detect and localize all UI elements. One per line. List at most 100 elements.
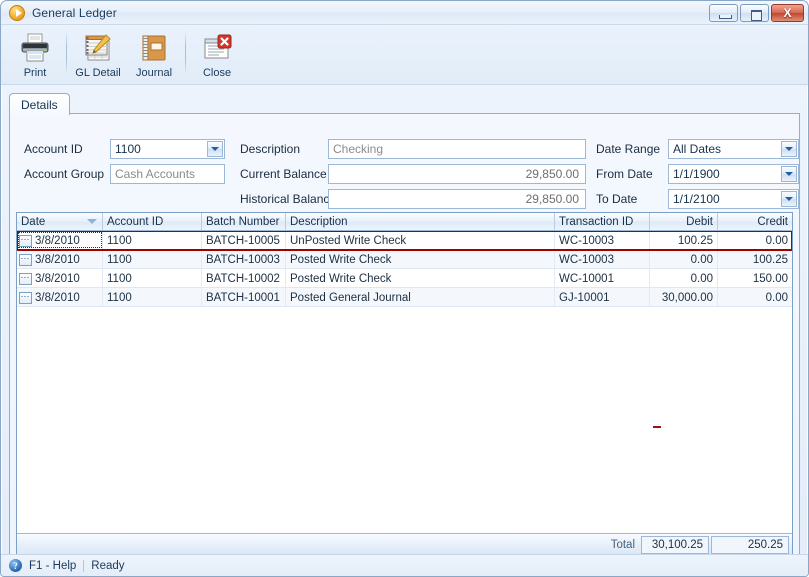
cell-date-value: 3/8/2010 bbox=[35, 253, 80, 266]
cell-description: UnPosted Write Check bbox=[286, 231, 555, 249]
cell-description: Posted Write Check bbox=[286, 269, 555, 287]
close-toolbar-button-label: Close bbox=[202, 67, 232, 79]
window-controls: X bbox=[709, 4, 804, 22]
minimize-button[interactable] bbox=[709, 4, 738, 22]
from-date-label: From Date bbox=[596, 167, 653, 181]
ellipsis-button-icon[interactable]: ⋯ bbox=[19, 272, 32, 285]
transactions-grid[interactable]: Date Account ID Batch Number Description… bbox=[16, 212, 793, 556]
ellipsis-button-icon[interactable]: ⋯ bbox=[19, 291, 32, 304]
column-header-debit-label: Debit bbox=[686, 216, 713, 228]
cell-date[interactable]: ⋯ 3/8/2010 bbox=[17, 250, 103, 268]
cell-date[interactable]: ⋯ 3/8/2010 bbox=[17, 288, 103, 306]
text-cursor-artifact bbox=[653, 426, 661, 428]
description-value: Checking bbox=[333, 142, 384, 156]
cell-transaction-id: WC-10003 bbox=[555, 231, 650, 249]
column-header-account-id[interactable]: Account ID bbox=[103, 213, 202, 230]
journal-book-icon bbox=[138, 32, 170, 64]
total-label: Total bbox=[610, 538, 635, 551]
account-id-combobox[interactable]: 1100 bbox=[110, 139, 225, 159]
toolbar: Print GL Detail Journal Close bbox=[1, 25, 808, 85]
account-id-value: 1100 bbox=[115, 142, 141, 156]
close-button[interactable]: X bbox=[771, 4, 804, 22]
column-header-credit[interactable]: Credit bbox=[718, 213, 792, 230]
window-title: General Ledger bbox=[32, 5, 117, 20]
account-group-value: Cash Accounts bbox=[115, 167, 196, 181]
column-header-account-id-label: Account ID bbox=[107, 216, 164, 228]
cell-debit: 100.25 bbox=[650, 231, 718, 249]
close-window-icon bbox=[201, 32, 233, 64]
cell-transaction-id: WC-10001 bbox=[555, 269, 650, 287]
cell-transaction-id: WC-10003 bbox=[555, 250, 650, 268]
cell-credit: 0.00 bbox=[765, 234, 788, 247]
cell-date[interactable]: ⋯ 3/8/2010 bbox=[17, 269, 103, 287]
to-date-combobox[interactable]: 1/1/2100 bbox=[668, 189, 799, 209]
from-date-combobox[interactable]: 1/1/1900 bbox=[668, 164, 799, 184]
from-date-value: 1/1/1900 bbox=[673, 167, 720, 181]
column-header-description[interactable]: Description bbox=[286, 213, 555, 230]
toolbar-separator-1 bbox=[66, 31, 67, 75]
tab-details[interactable]: Details bbox=[9, 93, 70, 115]
cell-batch-number: BATCH-10002 bbox=[202, 269, 286, 287]
chevron-down-icon[interactable] bbox=[207, 141, 223, 157]
title-bar[interactable]: General Ledger X bbox=[1, 1, 808, 25]
column-header-transaction-id[interactable]: Transaction ID bbox=[555, 213, 650, 230]
to-date-value: 1/1/2100 bbox=[673, 192, 720, 206]
ellipsis-button-icon[interactable]: ⋯ bbox=[19, 253, 32, 266]
historical-balance-label: Historical Balance bbox=[240, 192, 337, 206]
account-group-field: Cash Accounts bbox=[110, 164, 225, 184]
status-bar: ? F1 - Help Ready bbox=[1, 554, 808, 576]
historical-balance-field: 29,850.00 bbox=[328, 189, 586, 209]
app-icon bbox=[9, 4, 25, 21]
grid-totals-bar: Total 30,100.25 250.25 bbox=[17, 533, 792, 555]
column-header-debit[interactable]: Debit bbox=[650, 213, 718, 230]
general-ledger-window: General Ledger X Print GL Detail Journal… bbox=[0, 0, 809, 577]
cell-account-id: 1100 bbox=[103, 231, 202, 249]
cell-credit: 0.00 bbox=[765, 291, 788, 304]
account-group-label: Account Group bbox=[24, 167, 105, 181]
journal-button[interactable]: Journal bbox=[126, 29, 182, 83]
grid-body[interactable]: ⋯ 3/8/2010 1100 BATCH-10005 UnPosted Wri… bbox=[17, 231, 792, 533]
date-range-combobox[interactable]: All Dates bbox=[668, 139, 799, 159]
gl-detail-button-label: GL Detail bbox=[75, 67, 121, 79]
table-row[interactable]: ⋯ 3/8/2010 1100 BATCH-10005 UnPosted Wri… bbox=[17, 231, 792, 251]
chevron-down-icon[interactable] bbox=[781, 166, 797, 182]
cell-credit: 100.25 bbox=[752, 253, 788, 266]
journal-button-label: Journal bbox=[135, 67, 173, 79]
date-range-label: Date Range bbox=[596, 142, 661, 156]
ellipsis-button-icon[interactable]: ⋯ bbox=[19, 234, 32, 247]
account-id-label: Account ID bbox=[24, 142, 83, 156]
column-header-batch-number[interactable]: Batch Number bbox=[202, 213, 286, 230]
details-panel: Account ID Account Group 1100 Cash Accou… bbox=[9, 114, 800, 563]
gl-detail-button[interactable]: GL Detail bbox=[70, 29, 126, 83]
cell-date-value: 3/8/2010 bbox=[35, 234, 80, 247]
toolbar-separator-2 bbox=[185, 31, 186, 75]
table-row[interactable]: ⋯ 3/8/2010 1100 BATCH-10002 Posted Write… bbox=[17, 269, 792, 288]
column-header-transaction-id-label: Transaction ID bbox=[559, 216, 634, 228]
column-header-batch-number-label: Batch Number bbox=[206, 216, 280, 228]
print-button-label: Print bbox=[23, 67, 47, 79]
cell-account-id: 1100 bbox=[103, 288, 202, 306]
status-text: Ready bbox=[91, 559, 125, 572]
date-range-value: All Dates bbox=[673, 142, 722, 156]
chevron-down-icon[interactable] bbox=[781, 191, 797, 207]
chevron-down-icon[interactable] bbox=[781, 141, 797, 157]
to-date-label: To Date bbox=[596, 192, 638, 206]
print-button[interactable]: Print bbox=[7, 29, 63, 83]
status-separator bbox=[83, 559, 85, 572]
cell-date[interactable]: ⋯ 3/8/2010 bbox=[17, 231, 103, 249]
total-credit-value: 250.25 bbox=[711, 535, 789, 554]
cell-description: Posted Write Check bbox=[286, 250, 555, 268]
close-toolbar-button[interactable]: Close bbox=[189, 29, 245, 83]
sort-descending-icon bbox=[87, 219, 97, 224]
maximize-button[interactable] bbox=[740, 4, 769, 22]
question-mark-icon[interactable]: ? bbox=[9, 559, 22, 572]
help-text[interactable]: F1 - Help bbox=[29, 560, 76, 572]
current-balance-label: Current Balance bbox=[240, 167, 327, 181]
tab-details-label: Details bbox=[21, 97, 58, 112]
column-header-date[interactable]: Date bbox=[17, 213, 103, 230]
table-row[interactable]: ⋯ 3/8/2010 1100 BATCH-10001 Posted Gener… bbox=[17, 288, 792, 307]
cell-batch-number: BATCH-10003 bbox=[202, 250, 286, 268]
table-row[interactable]: ⋯ 3/8/2010 1100 BATCH-10003 Posted Write… bbox=[17, 250, 792, 269]
close-icon: X bbox=[783, 6, 792, 20]
cell-description: Posted General Journal bbox=[286, 288, 555, 306]
